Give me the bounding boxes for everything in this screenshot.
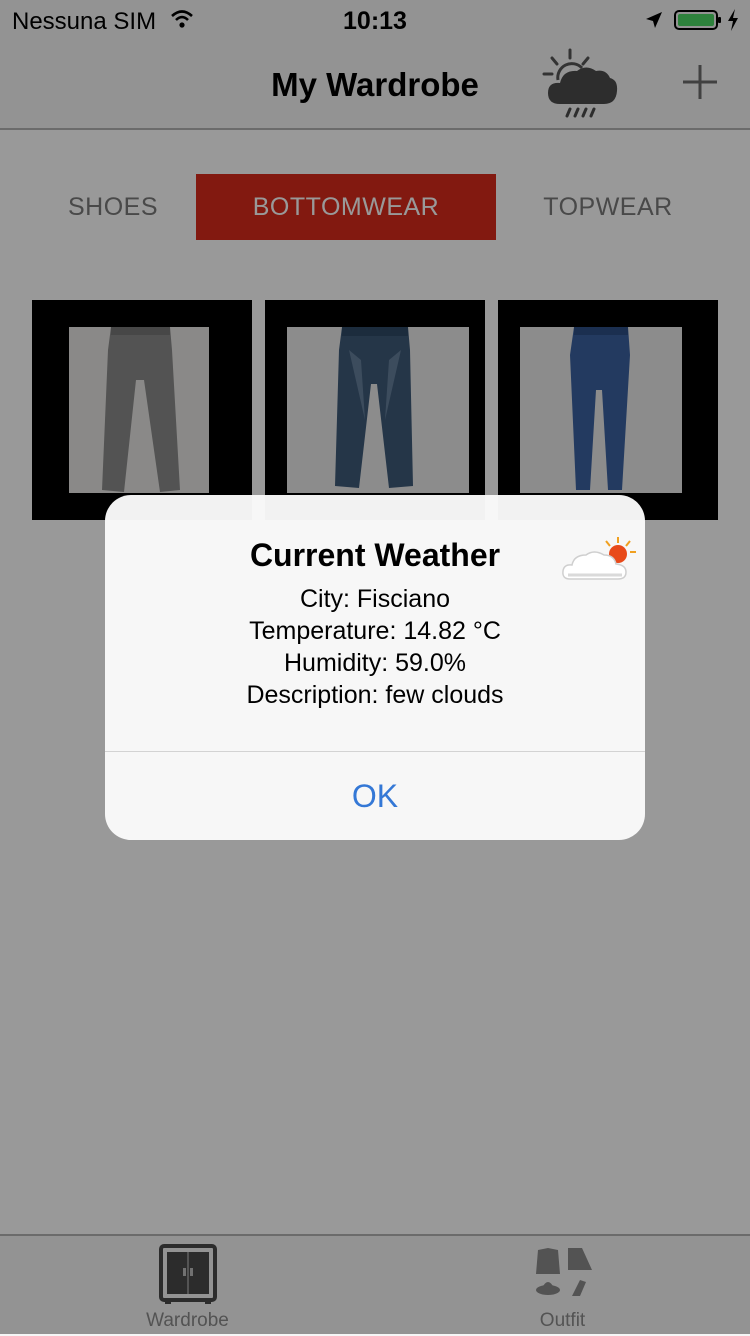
partly-cloudy-icon xyxy=(562,537,636,580)
alert-city: City: Fisciano xyxy=(299,585,451,613)
ok-button[interactable]: OK xyxy=(105,752,645,840)
weather-alert: Current Weather City: Fisciano Temperatu… xyxy=(105,495,645,840)
alert-description: Description: few clouds xyxy=(246,681,504,709)
alert-temperature: Temperature: 14.82 °C xyxy=(249,617,501,645)
alert-humidity: Humidity: 59.0% xyxy=(283,649,467,677)
